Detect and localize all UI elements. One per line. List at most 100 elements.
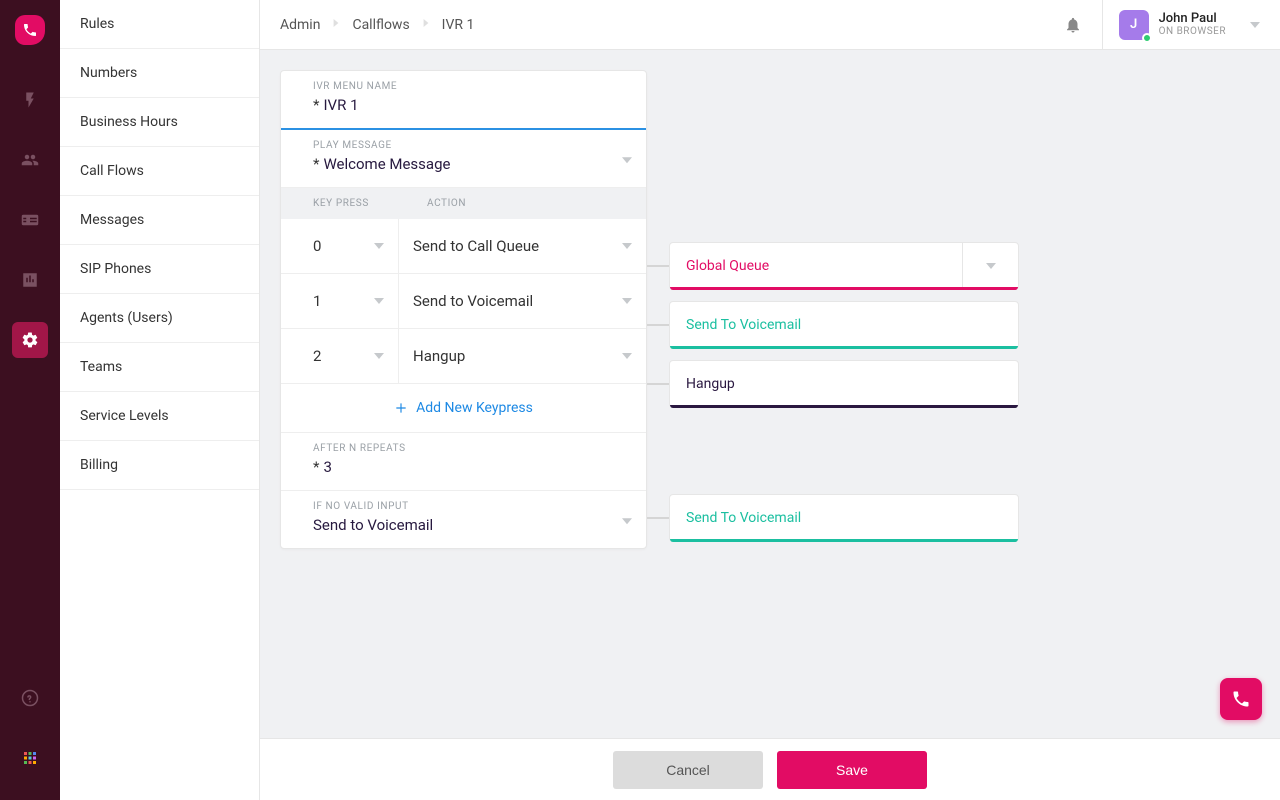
chip-dropdown[interactable] (962, 243, 1018, 289)
action-select[interactable]: Send to Call Queue (399, 219, 646, 273)
rail-help-icon[interactable] (12, 680, 48, 716)
sidebar-item-business-hours[interactable]: Business Hours (60, 98, 259, 147)
sidebar-item-label: Rules (80, 16, 114, 32)
chip-label: Global Queue (686, 258, 769, 274)
rail-bolt-icon[interactable] (12, 82, 48, 118)
sidebar-item-label: Numbers (80, 65, 137, 81)
keypress-table-header: KEY PRESS ACTION (281, 188, 646, 219)
presence-dot (1142, 33, 1152, 43)
topbar: Admin Callflows IVR 1 J John Paul ON BRO… (260, 0, 1280, 50)
action-chip[interactable]: Hangup (669, 360, 1019, 408)
sidebar-item-rules[interactable]: Rules (60, 0, 259, 49)
settings-sidebar: Rules Numbers Business Hours Call Flows … (60, 0, 260, 800)
notifications-icon[interactable] (1064, 16, 1082, 34)
rail-people-icon[interactable] (12, 142, 48, 178)
rail-settings-icon[interactable] (12, 322, 48, 358)
ivr-name-field[interactable]: IVR MENU NAME * IVR 1 (281, 71, 646, 130)
action-select[interactable]: Hangup (399, 329, 646, 383)
play-message-field[interactable]: PLAY MESSAGE * Welcome Message (281, 130, 646, 188)
sidebar-item-label: Agents (Users) (80, 310, 173, 326)
chevron-down-icon (622, 353, 632, 359)
play-message-value: Welcome Message (323, 155, 450, 173)
chip-label: Hangup (686, 376, 735, 392)
action-chip-wrap: Hangup (647, 360, 1019, 408)
sidebar-item-billing[interactable]: Billing (60, 441, 259, 490)
field-label: IVR MENU NAME (313, 81, 630, 92)
ivr-name-value: IVR 1 (323, 96, 358, 114)
connector-line (647, 324, 669, 326)
connector-line (647, 517, 669, 519)
rail-apps-icon[interactable] (12, 740, 48, 776)
field-label: AFTER N REPEATS (313, 443, 630, 454)
sidebar-item-label: Business Hours (80, 114, 178, 130)
app-logo[interactable] (15, 15, 45, 45)
col-header-key: KEY PRESS (281, 198, 399, 209)
breadcrumb-callflows[interactable]: Callflows (352, 17, 409, 33)
breadcrumb-current: IVR 1 (442, 17, 475, 33)
keypress-row: 0Send to Call Queue (281, 219, 646, 274)
action-chip-wrap: Send To Voicemail (647, 301, 1019, 349)
sidebar-item-label: Call Flows (80, 163, 144, 179)
sidebar-item-service-levels[interactable]: Service Levels (60, 392, 259, 441)
chevron-down-icon (622, 298, 632, 304)
chevron-right-icon (422, 19, 430, 30)
sidebar-item-label: Teams (80, 359, 122, 375)
chevron-down-icon (374, 298, 384, 304)
user-name: John Paul (1159, 12, 1226, 26)
sidebar-item-agents[interactable]: Agents (Users) (60, 294, 259, 343)
sidebar-item-numbers[interactable]: Numbers (60, 49, 259, 98)
chip-label: Send To Voicemail (686, 510, 801, 526)
connector-line (647, 383, 669, 385)
sidebar-item-label: SIP Phones (80, 261, 151, 277)
sidebar-item-label: Messages (80, 212, 144, 228)
action-chip-wrap: Global Queue (647, 242, 1019, 290)
footer: Cancel Save (260, 738, 1280, 800)
keypress-row: ×2Hangup (281, 329, 646, 384)
action-chip[interactable]: Send To Voicemail (669, 301, 1019, 349)
nav-rail (0, 0, 60, 800)
chevron-down-icon (622, 157, 632, 163)
chevron-down-icon (622, 518, 632, 524)
connector-line (647, 265, 669, 267)
cancel-button[interactable]: Cancel (613, 751, 763, 789)
add-keypress-button[interactable]: Add New Keypress (281, 384, 646, 433)
ivr-card: IVR MENU NAME * IVR 1 PLAY MESSAGE * Wel… (280, 70, 647, 549)
avatar: J (1119, 10, 1149, 40)
keypress-select[interactable]: 0 (281, 219, 399, 273)
sidebar-item-label: Service Levels (80, 408, 169, 424)
keypress-select[interactable]: 1 (281, 274, 399, 328)
user-status: ON BROWSER (1159, 26, 1226, 37)
field-label: PLAY MESSAGE (313, 140, 630, 151)
add-keypress-label: Add New Keypress (416, 400, 533, 416)
sidebar-item-teams[interactable]: Teams (60, 343, 259, 392)
sidebar-item-label: Billing (80, 457, 118, 473)
repeats-field[interactable]: AFTER N REPEATS * 3 (281, 433, 646, 491)
rail-chart-icon[interactable] (12, 262, 48, 298)
sidebar-item-sip-phones[interactable]: SIP Phones (60, 245, 259, 294)
sidebar-item-call-flows[interactable]: Call Flows (60, 147, 259, 196)
no-valid-input-field[interactable]: IF NO VALID INPUT Send to Voicemail (281, 491, 646, 548)
save-button[interactable]: Save (777, 751, 927, 789)
plus-icon (394, 401, 408, 415)
chevron-down-icon (622, 243, 632, 249)
chevron-down-icon (374, 243, 384, 249)
repeats-value: 3 (323, 458, 331, 476)
keypress-row: 1Send to Voicemail (281, 274, 646, 329)
user-menu[interactable]: J John Paul ON BROWSER (1119, 10, 1260, 40)
chevron-right-icon (332, 19, 340, 30)
breadcrumb-admin[interactable]: Admin (280, 17, 320, 33)
chip-label: Send To Voicemail (686, 317, 801, 333)
rail-card-icon[interactable] (12, 202, 48, 238)
dialer-fab[interactable] (1220, 678, 1262, 720)
action-chip-wrap: Send To Voicemail (647, 494, 1019, 542)
sidebar-item-messages[interactable]: Messages (60, 196, 259, 245)
no-valid-input-value: Send to Voicemail (313, 516, 433, 534)
action-chip[interactable]: Global Queue (669, 242, 1019, 290)
chevron-down-icon (374, 353, 384, 359)
col-header-action: ACTION (399, 198, 646, 209)
field-label: IF NO VALID INPUT (313, 501, 630, 512)
action-select[interactable]: Send to Voicemail (399, 274, 646, 328)
keypress-select[interactable]: 2 (281, 329, 399, 383)
action-chip[interactable]: Send To Voicemail (669, 494, 1019, 542)
chevron-down-icon (986, 263, 996, 269)
